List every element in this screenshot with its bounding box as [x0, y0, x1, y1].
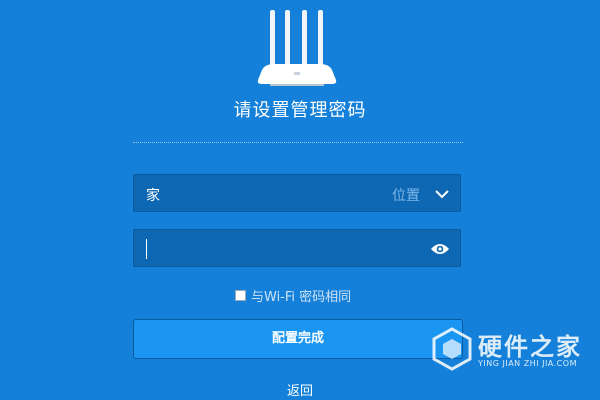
- same-as-wifi-checkbox[interactable]: [235, 290, 246, 301]
- password-input[interactable]: [144, 236, 418, 262]
- watermark-logo-icon: [432, 327, 472, 371]
- watermark-subtitle: YING JIAN ZHI JIA.COM: [478, 359, 577, 368]
- same-as-wifi-label: 与Wi-Fi 密码相同: [251, 290, 352, 305]
- divider: [133, 142, 463, 143]
- page-title: 请设置管理密码: [233, 100, 367, 121]
- watermark-title: 硬件之家: [478, 333, 582, 361]
- password-field[interactable]: [133, 229, 461, 267]
- back-link[interactable]: 返回: [0, 380, 600, 399]
- router-icon: [257, 10, 337, 86]
- location-label: 位置: [392, 188, 420, 204]
- eye-icon[interactable]: [430, 242, 450, 256]
- chevron-down-icon[interactable]: [434, 186, 450, 202]
- same-as-wifi-option[interactable]: 与Wi-Fi 密码相同: [235, 286, 351, 305]
- location-value: 家: [146, 188, 160, 204]
- location-select[interactable]: 家 位置: [133, 174, 461, 212]
- watermark: 硬件之家 YING JIAN ZHI JIA.COM: [430, 325, 595, 375]
- finish-config-button[interactable]: 配置完成: [133, 319, 463, 359]
